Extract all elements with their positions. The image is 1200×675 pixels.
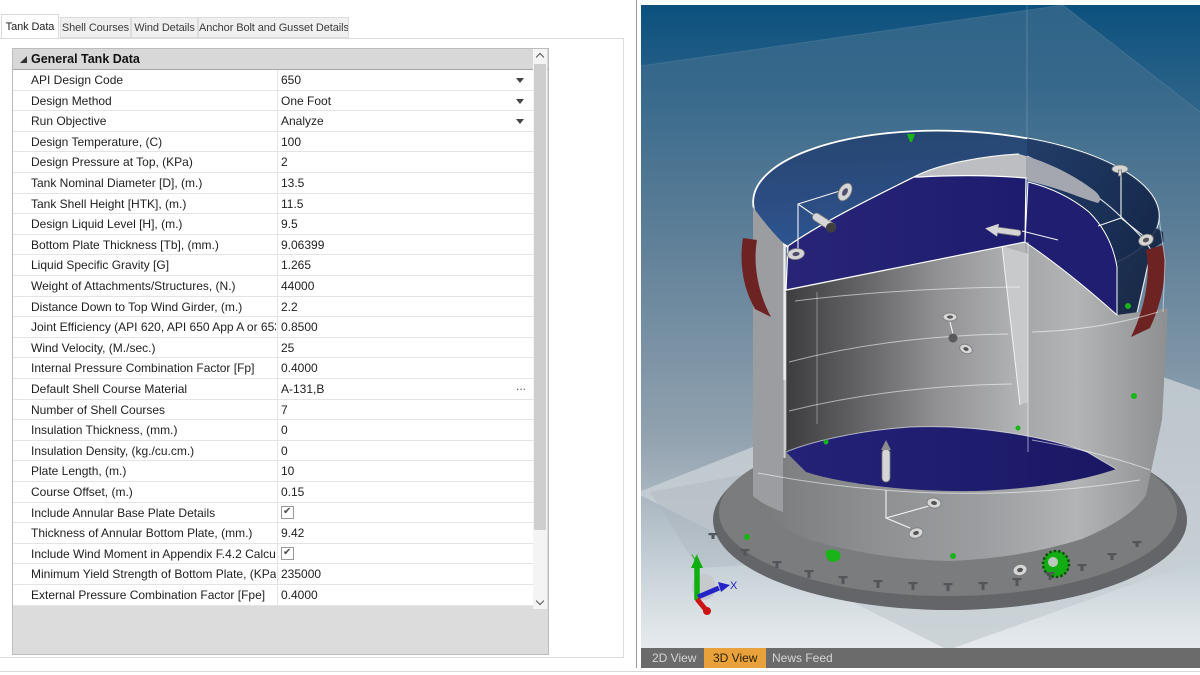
svg-text:Y: Y <box>691 553 699 565</box>
svg-text:X: X <box>730 580 738 592</box>
